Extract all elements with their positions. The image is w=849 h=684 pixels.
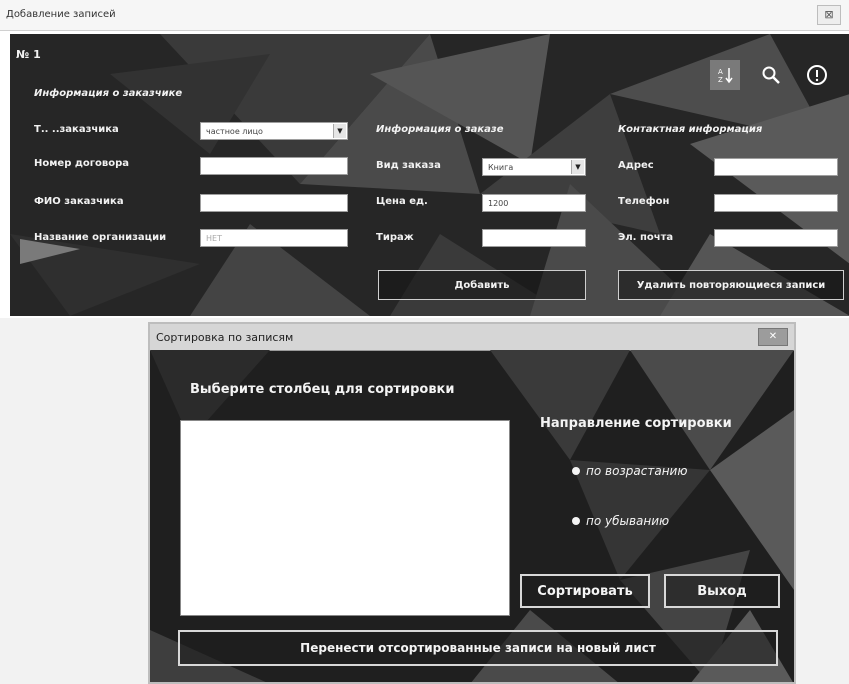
add-records-window: Добавление записей ⊠ № 1 Информация о за… <box>0 0 849 318</box>
contract-number-field[interactable] <box>200 157 348 175</box>
contact-section-title: Контактная информация <box>618 124 763 135</box>
radio-dot[interactable] <box>572 467 580 475</box>
chevron-down-icon[interactable]: ▼ <box>333 124 346 138</box>
svg-text:A: A <box>718 68 723 76</box>
order-type-label: Вид заказа <box>376 160 441 171</box>
phone-label: Телефон <box>618 196 670 207</box>
ascending-label: по возрастанию <box>586 464 688 478</box>
dialog-titlebar: Сортировка по записям ✕ <box>150 324 794 351</box>
email-label: Эл. почта <box>618 232 674 243</box>
column-listbox[interactable] <box>180 420 510 616</box>
customer-type-value: частное лицо <box>206 127 263 136</box>
customer-type-select[interactable]: частное лицо ▼ <box>200 122 348 140</box>
svg-text:Z: Z <box>718 76 723 84</box>
info-icon[interactable] <box>802 60 832 90</box>
window-titlebar: Добавление записей ⊠ <box>0 0 849 31</box>
sort-icon[interactable]: AZ <box>710 60 740 90</box>
phone-field[interactable] <box>714 194 838 212</box>
customer-name-field[interactable] <box>200 194 348 212</box>
descending-label: по убыванию <box>586 514 670 528</box>
contract-number-label: Номер договора <box>34 158 129 169</box>
dialog-title: Сортировка по записям <box>156 331 294 344</box>
window-title: Добавление записей <box>6 9 116 20</box>
print-run-label: Тираж <box>376 232 414 243</box>
add-button[interactable]: Добавить <box>378 270 586 300</box>
record-number: № 1 <box>16 48 41 61</box>
email-field[interactable] <box>714 229 838 247</box>
search-icon[interactable] <box>756 60 786 90</box>
radio-dot[interactable] <box>572 517 580 525</box>
sort-dialog: Сортировка по записям ✕ Выберите столбец… <box>148 322 796 684</box>
order-section-title: Информация о заказе <box>376 124 504 135</box>
chevron-down-icon[interactable]: ▼ <box>571 160 584 174</box>
move-records-button[interactable]: Перенести отсортированные записи на новы… <box>178 630 778 666</box>
unit-price-field[interactable]: 1200 <box>482 194 586 212</box>
column-prompt-label: Выберите столбец для сортировки <box>190 382 455 397</box>
address-field[interactable] <box>714 158 838 176</box>
dialog-close-button[interactable]: ✕ <box>758 328 788 346</box>
unit-price-label: Цена ед. <box>376 196 428 207</box>
organization-field[interactable]: НЕТ <box>200 229 348 247</box>
customer-name-label: ФИО заказчика <box>34 196 124 207</box>
customer-section-title: Информация о заказчике <box>34 88 183 99</box>
print-run-field[interactable] <box>482 229 586 247</box>
order-type-select[interactable]: Книга ▼ <box>482 158 586 176</box>
form-panel: № 1 Информация о заказчике AZ Т.. ..зака… <box>10 34 849 316</box>
exit-button[interactable]: Выход <box>664 574 780 608</box>
order-type-value: Книга <box>488 163 514 172</box>
remove-duplicates-button[interactable]: Удалить повторяющиеся записи <box>618 270 844 300</box>
radio-descending[interactable]: по убыванию <box>572 514 669 528</box>
organization-label: Название организации <box>34 232 167 243</box>
window-close-button[interactable]: ⊠ <box>817 5 841 25</box>
customer-type-label: Т.. ..заказчика <box>34 124 119 135</box>
address-label: Адрес <box>618 160 654 171</box>
radio-ascending[interactable]: по возрастанию <box>572 464 687 478</box>
direction-title: Направление сортировки <box>540 416 732 431</box>
sort-button[interactable]: Сортировать <box>520 574 650 608</box>
